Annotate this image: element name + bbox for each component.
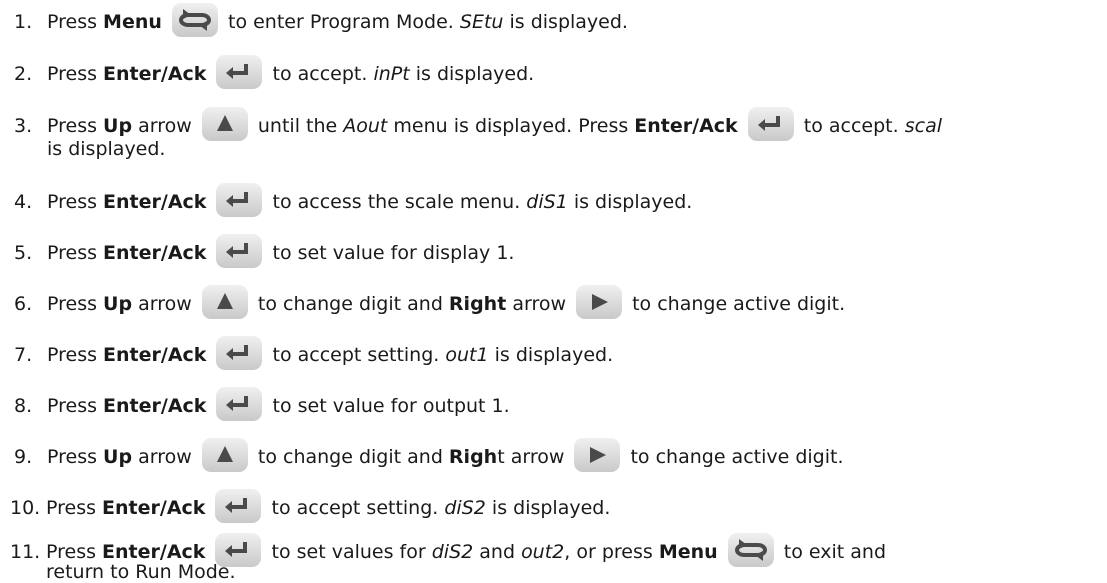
key-name: Enter/Ack	[103, 395, 207, 417]
up-arrow-icon	[201, 106, 248, 141]
key-name: Enter/Ack	[103, 63, 207, 85]
up-arrow-icon	[201, 284, 248, 319]
step-number: 2.	[14, 63, 33, 85]
step-number: 1.	[14, 11, 33, 33]
right-arrow-icon	[574, 437, 621, 472]
step-number: 4.	[14, 191, 33, 213]
key-name: Right	[448, 293, 507, 315]
enter-ack-icon	[216, 54, 263, 89]
enter-ack-icon	[216, 233, 263, 268]
key-name: Enter/Ack	[102, 541, 206, 563]
enter-ack-icon	[216, 335, 263, 370]
step-number: 5.	[14, 242, 33, 264]
key-name: Menu	[103, 11, 162, 33]
key-name: Menu	[658, 541, 718, 563]
step-number: 8.	[14, 395, 33, 417]
key-name: Enter/Ack	[103, 191, 207, 213]
step-number: 10.	[10, 497, 41, 519]
key-name: Up	[103, 293, 133, 315]
step-number: 9.	[14, 446, 33, 468]
up-arrow-icon	[201, 437, 248, 472]
enter-ack-icon	[216, 386, 263, 421]
step-number: 6.	[14, 293, 33, 315]
key-name: Enter/Ack	[634, 115, 738, 137]
step-number: 7.	[14, 344, 33, 366]
key-name: Enter/Ack	[102, 497, 206, 519]
menu-loop-icon	[727, 532, 774, 567]
key-name: Enter/Ack	[103, 344, 207, 366]
key-name: Up	[103, 115, 133, 137]
procedure-steps: 1. Press Menu to enter Program Mode. SEt…	[0, 0, 1107, 583]
key-name: Enter/Ack	[103, 242, 207, 264]
step-number: 3.	[14, 115, 33, 137]
enter-ack-icon	[747, 106, 794, 141]
menu-loop-icon	[171, 2, 218, 37]
enter-ack-icon	[215, 488, 262, 523]
key-name: Righ	[448, 446, 498, 468]
enter-ack-icon	[216, 182, 263, 217]
right-arrow-icon	[576, 284, 623, 319]
key-name: Up	[103, 446, 133, 468]
step-number: 11.	[10, 541, 41, 563]
